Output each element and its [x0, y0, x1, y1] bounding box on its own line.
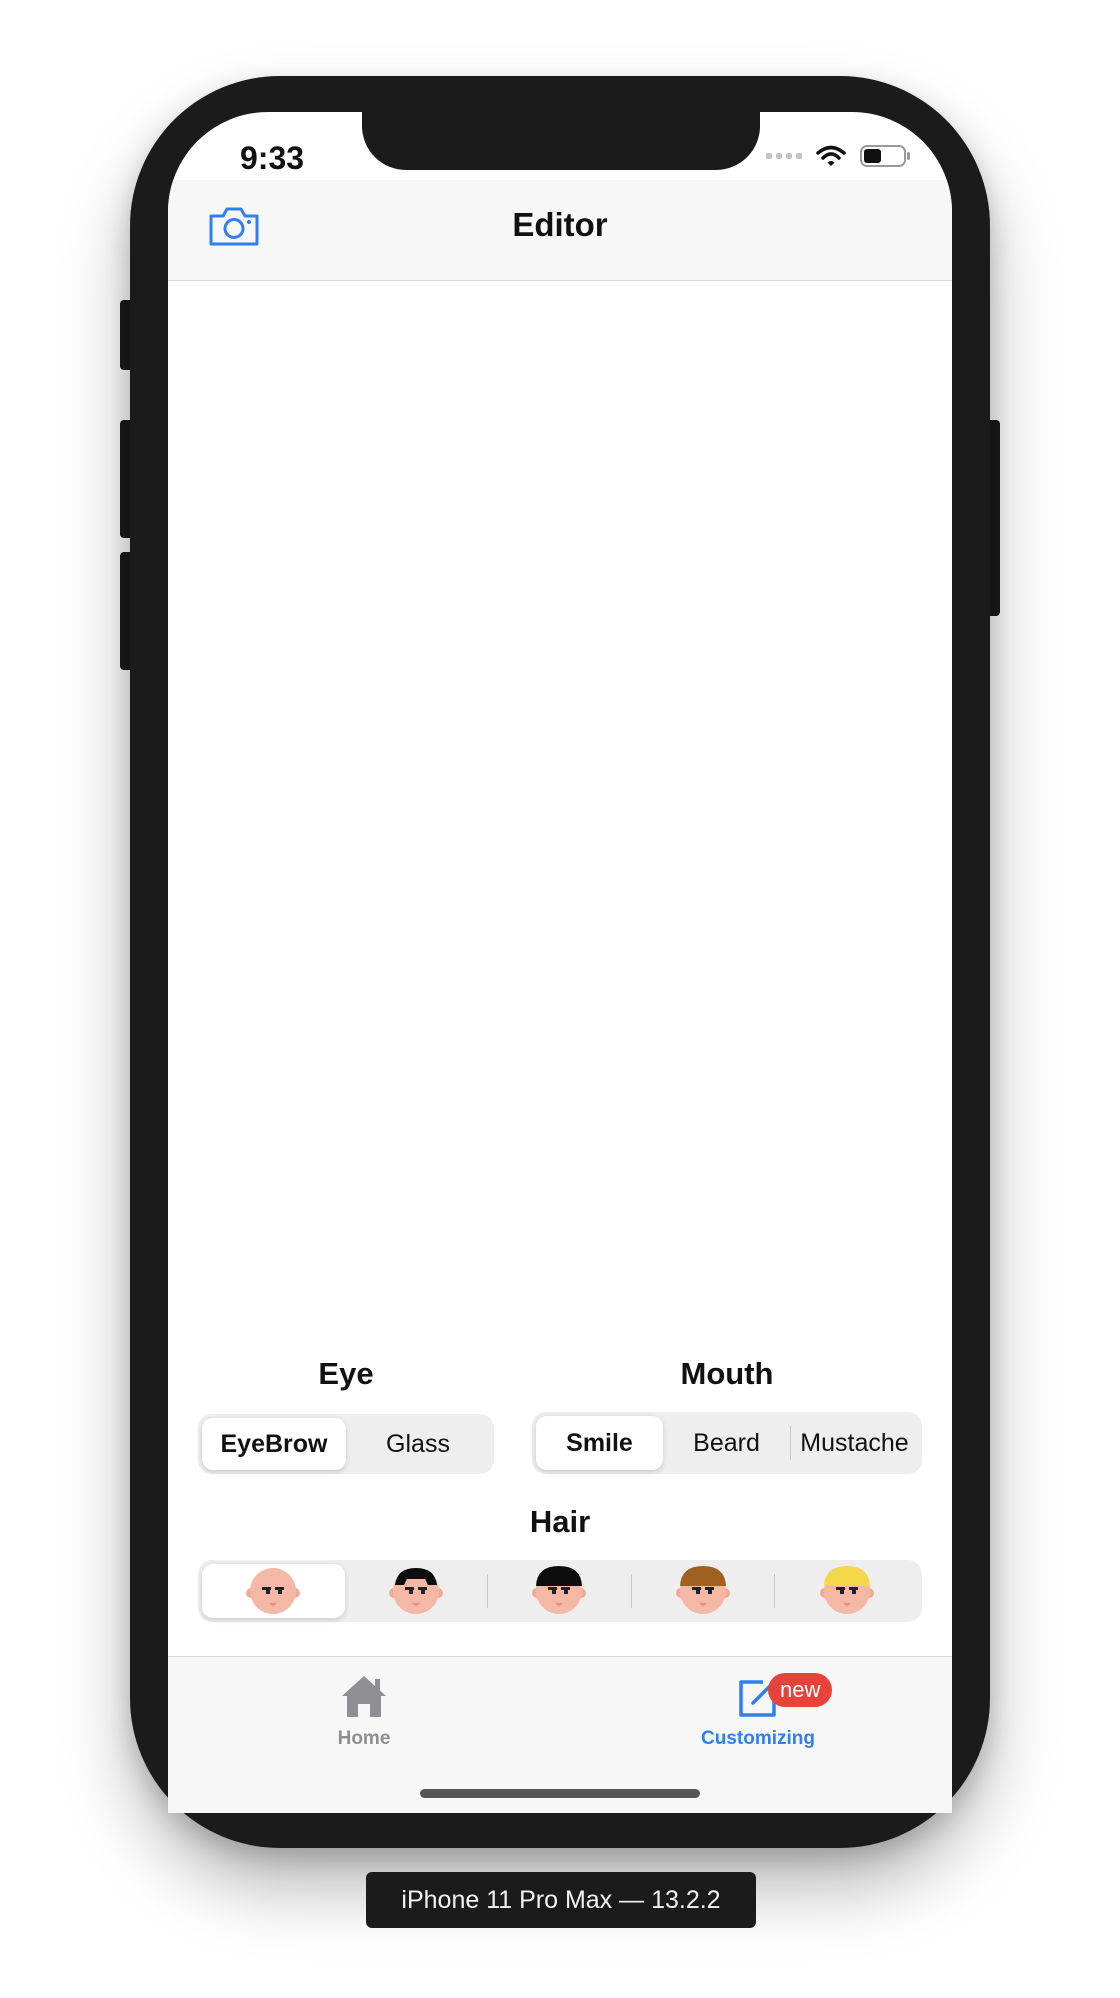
tab-home[interactable]: Home: [264, 1673, 464, 1750]
mouth-segmented-control: Smile Beard Mustache: [532, 1412, 922, 1474]
hair-segmented-control: [198, 1560, 922, 1622]
home-indicator: [420, 1789, 700, 1798]
bald-face-icon: [246, 1568, 301, 1614]
tab-customizing[interactable]: new Customizing: [658, 1673, 858, 1750]
segment-hair-bald[interactable]: [202, 1564, 345, 1618]
segment-beard[interactable]: Beard: [663, 1416, 790, 1470]
segment-mustache[interactable]: Mustache: [791, 1416, 918, 1470]
segment-hair-blonde[interactable]: [775, 1564, 918, 1618]
house-icon: [342, 1676, 386, 1717]
mouth-section-title: Mouth: [680, 1356, 774, 1391]
segment-hair-black-bangs[interactable]: [345, 1564, 488, 1618]
tab-customizing-label: Customizing: [701, 1728, 815, 1749]
blonde-hair-face-icon: [819, 1566, 874, 1614]
segment-hair-brown[interactable]: [632, 1564, 775, 1618]
tab-home-label: Home: [337, 1728, 391, 1749]
hair-section-title: Hair: [529, 1504, 591, 1539]
black-bangs-face-icon: [388, 1568, 443, 1614]
brown-hair-face-icon: [676, 1566, 731, 1614]
eye-segmented-control: EyeBrow Glass: [198, 1414, 494, 1474]
segment-hair-black-bowl[interactable]: [488, 1564, 631, 1618]
segment-smile[interactable]: Smile: [536, 1416, 663, 1470]
new-badge: new: [768, 1673, 833, 1707]
segment-eyebrow[interactable]: EyeBrow: [202, 1418, 346, 1470]
device-caption: iPhone 11 Pro Max — 13.2.2: [366, 1872, 756, 1928]
eye-section-title: Eye: [318, 1356, 374, 1391]
segment-glass[interactable]: Glass: [346, 1418, 490, 1470]
controls-layer: Eye Mouth EyeBrow Glass Smile Beard Must…: [168, 112, 952, 1813]
black-bowl-face-icon: [532, 1566, 587, 1614]
